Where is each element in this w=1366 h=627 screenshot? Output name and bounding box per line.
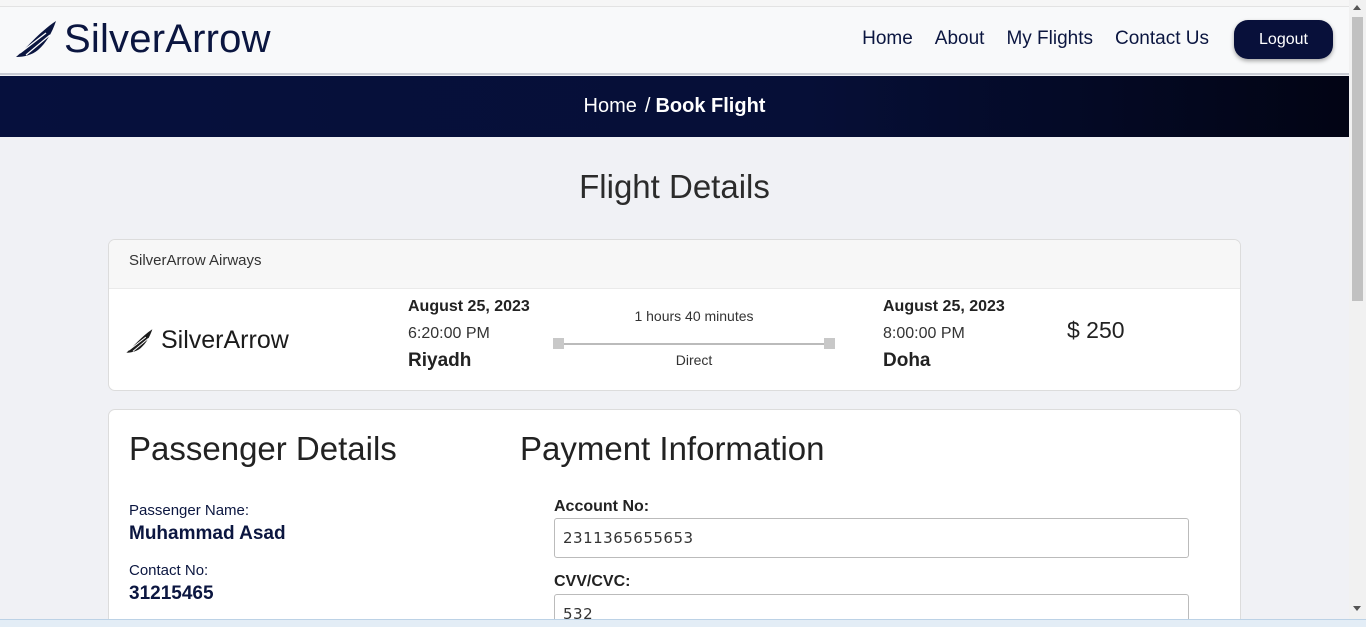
cvv-input[interactable] (554, 594, 1189, 619)
departure-info: August 25, 2023 6:20:00 PM Riyadh (408, 296, 530, 373)
destination-marker (824, 338, 835, 349)
arrival-info: August 25, 2023 8:00:00 PM Doha (883, 296, 1005, 373)
contact-no-label: Contact No: (129, 562, 209, 579)
departure-date: August 25, 2023 (408, 298, 530, 315)
route-indicator: 1 hours 40 minutes Direct (553, 308, 835, 378)
cvv-label: CVV/CVC: (554, 573, 631, 590)
nav-home-link[interactable]: Home (862, 27, 913, 51)
booking-details-card: Passenger Details Payment Information Pa… (108, 409, 1241, 619)
flight-price: $ 250 (1067, 317, 1125, 343)
wing-logo-icon (16, 21, 56, 57)
passenger-details-heading: Passenger Details (129, 430, 397, 467)
arrival-time: 8:00:00 PM (883, 325, 965, 342)
origin-marker (553, 338, 564, 349)
airline-logo: SilverArrow (125, 326, 289, 355)
brand-name: SilverArrow (64, 17, 271, 61)
airline-name: SilverArrow Airways (109, 240, 1240, 289)
nav-links: Home About My Flights Contact Us (862, 27, 1209, 51)
breadcrumb-separator: / (644, 95, 651, 117)
route-line (559, 343, 829, 345)
payment-information-heading: Payment Information (520, 430, 825, 467)
departure-city: Riyadh (408, 350, 472, 371)
vertical-scrollbar[interactable] (1349, 0, 1366, 619)
departure-time: 6:20:00 PM (408, 325, 490, 342)
scroll-up-arrow-icon[interactable] (1353, 5, 1361, 10)
arrival-city: Doha (883, 350, 931, 371)
breadcrumb: Home / Book Flight (0, 76, 1349, 137)
contact-no-value: 31215465 (129, 583, 214, 604)
account-no-label: Account No: (554, 498, 650, 515)
passenger-name-label: Passenger Name: (129, 502, 250, 519)
brand[interactable]: SilverArrow (16, 17, 271, 61)
breadcrumb-home-link[interactable]: Home (584, 95, 637, 118)
flight-duration: 1 hours 40 minutes (634, 308, 754, 324)
navbar: SilverArrow Home About My Flights Contac… (0, 7, 1349, 75)
account-no-input[interactable] (554, 518, 1189, 558)
nav-my-flights-link[interactable]: My Flights (1006, 27, 1093, 51)
scroll-down-arrow-icon[interactable] (1353, 606, 1361, 611)
flight-stops: Direct (675, 352, 713, 368)
page: SilverArrow Home About My Flights Contac… (0, 0, 1349, 619)
airline-logo-text: SilverArrow (161, 326, 289, 354)
page-title: Flight Details (579, 168, 770, 205)
nav-contact-us-link[interactable]: Contact Us (1115, 27, 1209, 51)
passenger-name-value: Muhammad Asad (129, 523, 286, 544)
top-strip (0, 0, 1349, 7)
arrival-date: August 25, 2023 (883, 298, 1005, 315)
wing-logo-icon (126, 328, 153, 353)
flight-card: SilverArrow Airways SilverArrow August 2… (108, 239, 1241, 391)
scrollbar-thumb[interactable] (1352, 17, 1363, 301)
nav-about-link[interactable]: About (935, 27, 985, 51)
logout-button[interactable]: Logout (1234, 20, 1333, 59)
breadcrumb-current: Book Flight (655, 95, 766, 117)
